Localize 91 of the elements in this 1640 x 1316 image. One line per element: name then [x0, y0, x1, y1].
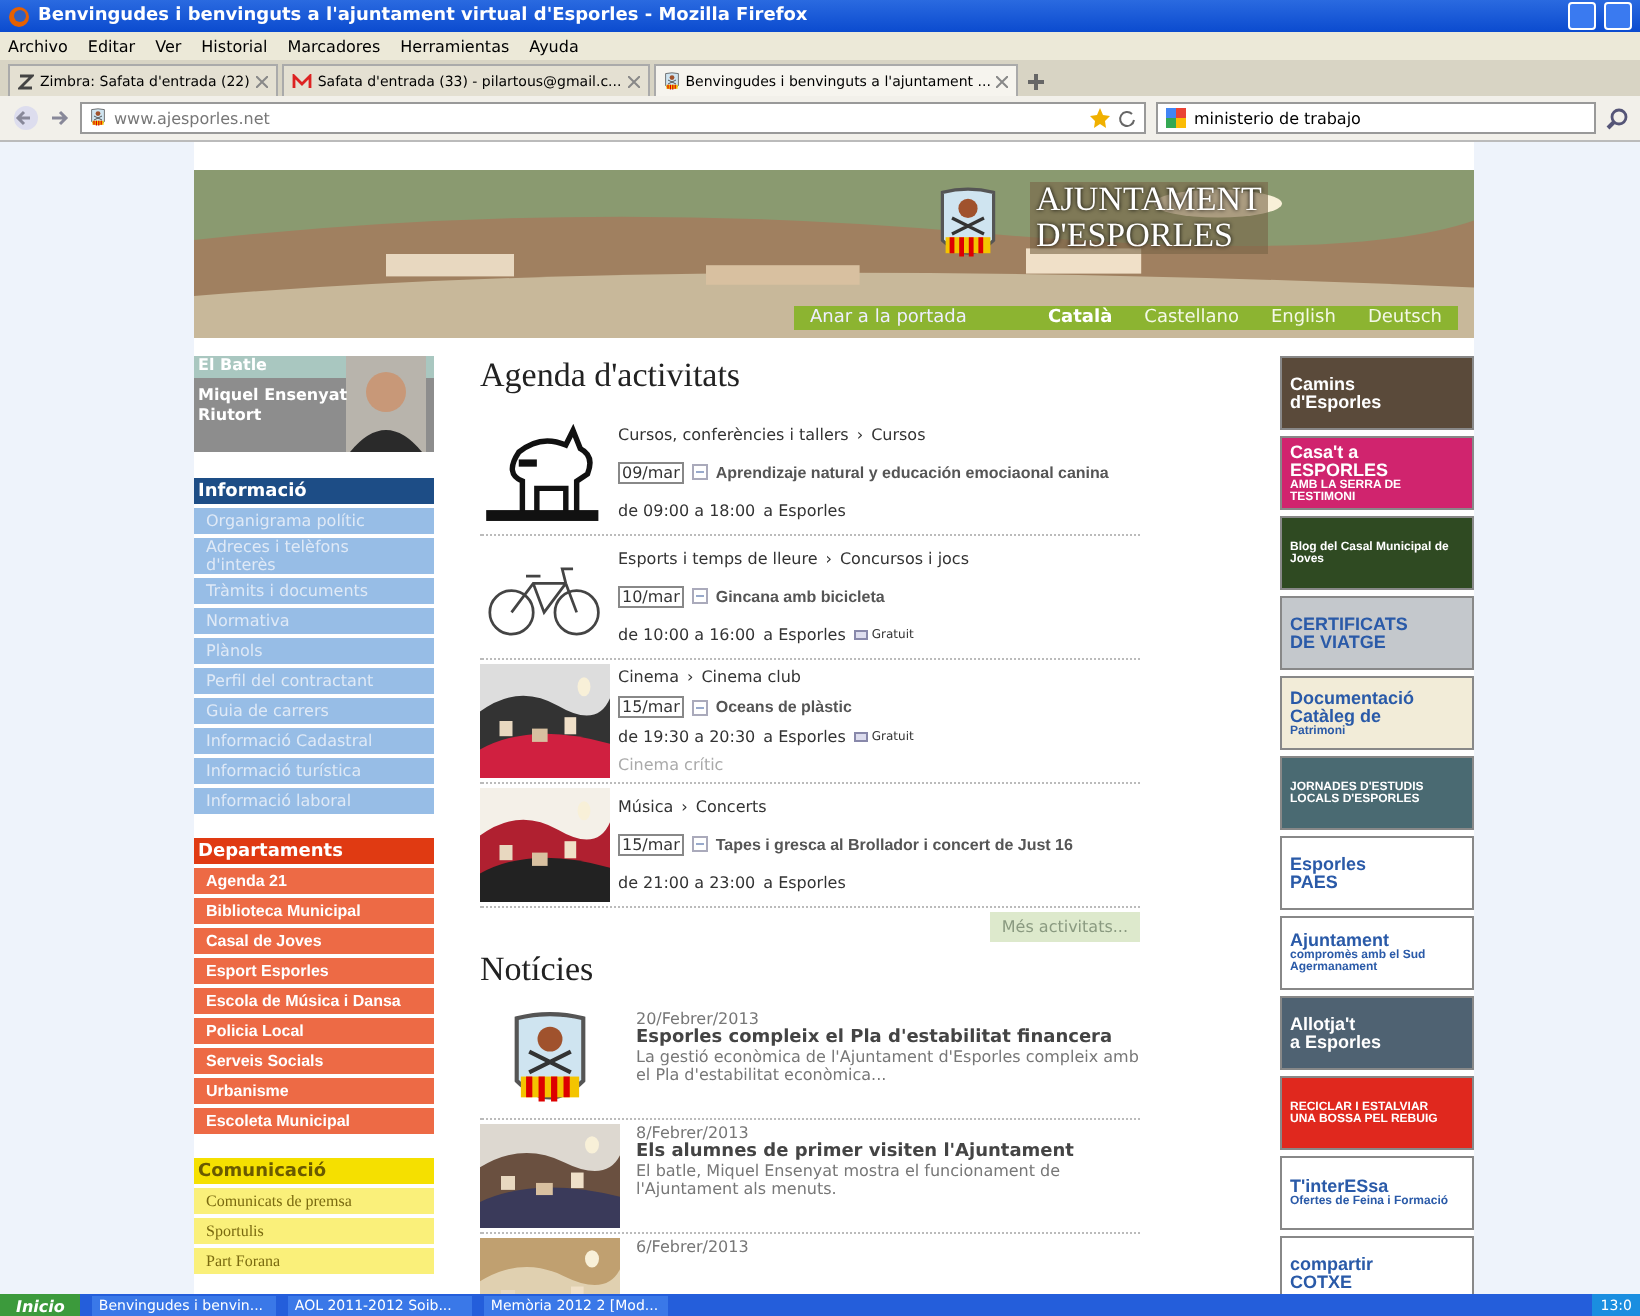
sidebar-link[interactable]: Sportulis — [194, 1218, 434, 1244]
section-heading: Notícies — [480, 950, 596, 990]
event-category[interactable]: Concursos i jocs — [839, 549, 969, 568]
menu-item[interactable]: Archivo — [8, 37, 68, 55]
banner-text: COTXE — [1290, 1273, 1353, 1291]
section-header: Informació — [194, 478, 434, 504]
site-title: D'ESPORLES — [1036, 218, 1235, 254]
event-date: 15/mar — [618, 696, 684, 719]
address-bar[interactable]: www.ajesporles.net — [80, 102, 1146, 134]
section-heading: Agenda d'activitats — [480, 356, 743, 396]
sidebar-link[interactable]: Serveis Socials — [194, 1048, 434, 1074]
sidebar-link[interactable]: Casal de Joves — [194, 928, 434, 954]
menu-item[interactable]: Ayuda — [529, 37, 579, 55]
event-place: a Esporles — [763, 502, 846, 521]
event-title[interactable]: Gincana amb bicicleta — [715, 587, 885, 606]
ad-banner[interactable]: Allotja't a Esporles — [1280, 996, 1474, 1070]
news-summary: La gestió econòmica de l'Ajuntament d'Esporles compleix amb el Pla d'estabilitat econòmica... — [636, 1048, 1140, 1084]
window-title: Benvingudes i benvinguts a l'ajuntament virtual d'Esporles - Mozilla Firefox — [38, 6, 808, 26]
breadcrumb-separator: › — [681, 797, 688, 816]
event-time: de 09:00 a 18:00 — [618, 502, 756, 521]
menu-item[interactable]: Historial — [201, 37, 268, 55]
banner-text: Documentació — [1290, 689, 1417, 707]
banner-text: T'interESsa — [1290, 1178, 1389, 1196]
news-headline[interactable]: Esporles compleix el Pla d'estabilitat financera — [636, 1028, 1140, 1048]
banner-text: Catàleg de — [1290, 707, 1384, 725]
banner-text: Camins — [1290, 375, 1358, 393]
ad-banner[interactable]: Camins d'Esporles — [1280, 356, 1474, 430]
ad-banner[interactable]: Esporles PAES — [1280, 836, 1474, 910]
mayor-name: Miquel Ensenyat Riutort — [198, 386, 350, 426]
banner-text: PAES — [1290, 873, 1338, 891]
breadcrumb-separator: › — [687, 668, 694, 687]
event-time: de 21:00 a 23:00 — [618, 874, 756, 893]
banner-text: CERTIFICATS — [1290, 615, 1410, 633]
sidebar-link[interactable]: Esport Esporles — [194, 958, 434, 984]
breadcrumb-separator: › — [825, 549, 832, 568]
event-place: a Esporles — [763, 874, 846, 893]
event-time: de 19:30 a 20:30 — [618, 727, 756, 746]
event-place: a Esporles — [763, 626, 846, 645]
start-button[interactable]: Inicio — [0, 1294, 81, 1316]
event-category[interactable]: Cinema club — [701, 668, 802, 687]
banner-text: a Esporles — [1290, 1033, 1384, 1051]
banner-text: Casa't a — [1290, 443, 1361, 461]
menu-item[interactable]: Marcadores — [287, 37, 381, 55]
breadcrumb-separator: › — [856, 425, 864, 444]
menu-item[interactable]: Herramientas — [400, 37, 510, 55]
event-category[interactable]: Cursos — [871, 425, 926, 444]
news-summary: El batle, Miquel Ensenyat mostra el funcionament de l'Ajuntament als menuts. — [636, 1162, 1063, 1198]
event-category[interactable]: Cursos, conferències i tallers — [618, 425, 849, 444]
banner-text: d'Esporles — [1290, 393, 1384, 411]
news-date: 8/Febrer/2013 — [636, 1124, 751, 1142]
banner-text: Ajuntament — [1290, 932, 1389, 950]
ad-banner[interactable]: CERTIFICATS DE VIATGE — [1280, 596, 1474, 670]
event-date: 09/mar — [618, 461, 684, 484]
menu-item[interactable]: Ver — [155, 37, 182, 55]
event-date: 10/mar — [618, 585, 684, 608]
more-activities-button[interactable]: Més activitats... — [989, 912, 1140, 942]
event-category[interactable]: Esports i temps de lleure — [618, 549, 818, 568]
event-title[interactable]: Oceans de plàstic — [715, 698, 852, 717]
news-date: 6/Febrer/2013 — [636, 1238, 749, 1256]
banner-text: DE VIATGE — [1290, 633, 1388, 651]
sidebar-link[interactable]: Comunicats de premsa — [194, 1188, 434, 1214]
event-note: Cinema crític — [618, 755, 726, 774]
mayor-card[interactable]: El Batle Miquel Ensenyat Riutort — [194, 356, 434, 452]
news-date: 20/Febrer/2013 — [636, 1010, 761, 1028]
event-place: a Esporles — [763, 727, 846, 746]
sidebar-link[interactable]: Part Forana — [194, 1248, 434, 1274]
banner-text: compartir — [1290, 1255, 1376, 1273]
event-category[interactable]: Concerts — [695, 797, 767, 816]
sidebar-link[interactable]: Biblioteca Municipal — [194, 898, 434, 924]
section-header: Departaments — [194, 838, 434, 864]
language-link[interactable]: Català — [1047, 308, 1113, 328]
banner-text: Esporles — [1290, 855, 1369, 873]
sidebar-link[interactable]: Escoleta Municipal — [194, 1108, 434, 1134]
sidebar-link[interactable]: Urbanisme — [194, 1078, 434, 1104]
ad-banner[interactable]: compartir COTXE — [1280, 1236, 1474, 1294]
sidebar-link[interactable]: Escola de Música i Dansa — [194, 988, 434, 1014]
event-date: 15/mar — [618, 833, 684, 856]
section-header: Comunicació — [194, 1158, 434, 1184]
search-field[interactable]: ministerio de trabajo — [1156, 102, 1596, 134]
site-title: AJUNTAMENT — [1036, 182, 1262, 218]
news-headline[interactable]: Els alumnes de primer visiten l'Ajuntament — [636, 1142, 1140, 1162]
banner-text: ESPORLES — [1290, 461, 1391, 479]
menu-item[interactable]: Editar — [87, 37, 136, 55]
event-category[interactable]: Cinema — [618, 668, 679, 687]
event-title[interactable]: Tapes i gresca al Brollador i concert de Just 16 — [715, 835, 1073, 854]
event-category[interactable]: Música — [618, 797, 674, 816]
banner-text: Allotja't — [1290, 1015, 1358, 1033]
sidebar-link[interactable]: Agenda 21 — [194, 868, 434, 894]
sidebar-link[interactable]: Policia Local — [194, 1018, 434, 1044]
event-time: de 10:00 a 16:00 — [618, 626, 756, 645]
event-title[interactable]: Aprendizaje natural y educación emociaonal canina — [715, 463, 1109, 482]
